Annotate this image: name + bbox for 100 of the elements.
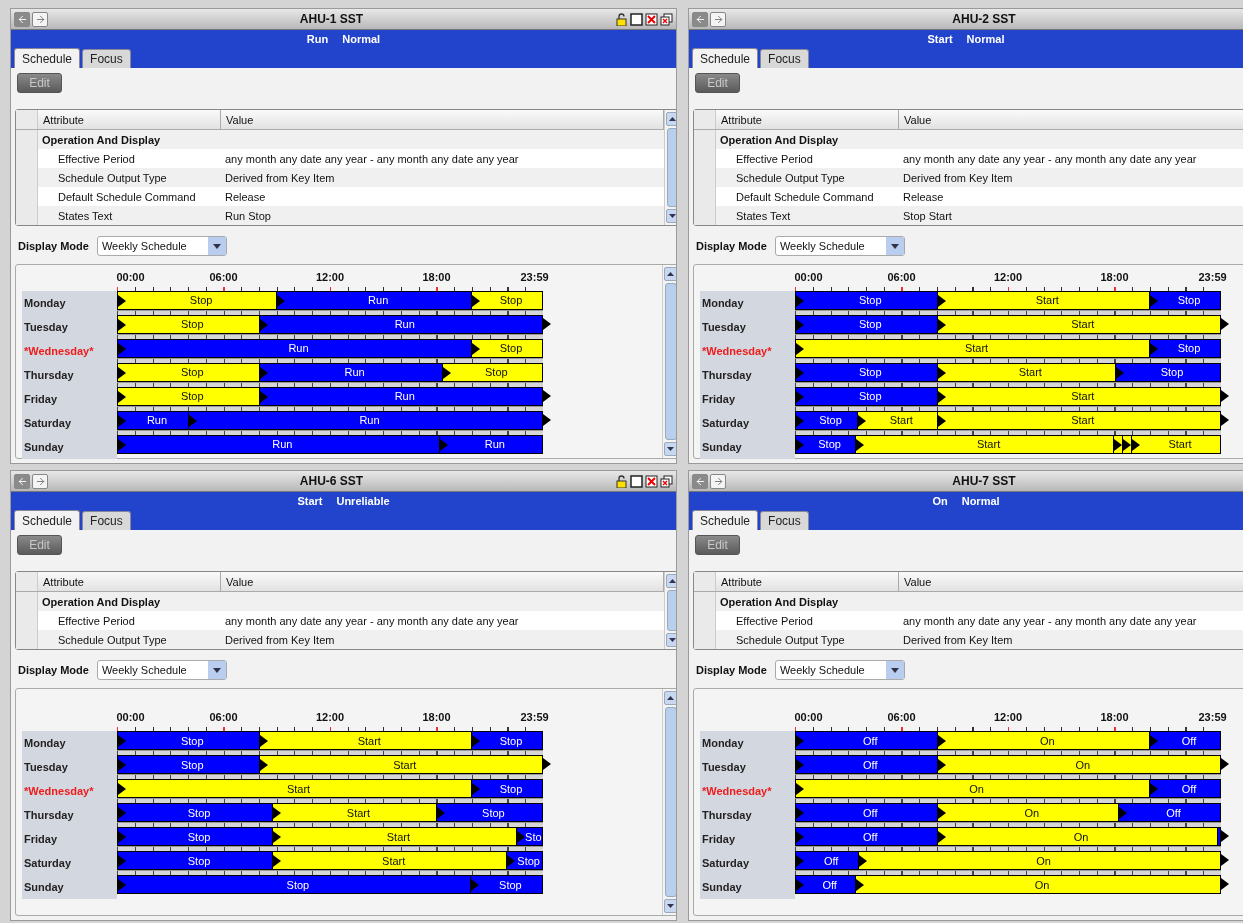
- scrollbar[interactable]: [662, 689, 676, 915]
- back-button[interactable]: [14, 473, 30, 489]
- scroll-up-button[interactable]: [663, 691, 676, 705]
- schedule-segment[interactable]: Stop: [795, 291, 937, 309]
- column-header[interactable]: Attribute: [38, 110, 221, 129]
- schedule-segment[interactable]: Stop: [435, 804, 542, 821]
- schedule-segment[interactable]: Start: [936, 387, 1220, 405]
- scroll-up-button[interactable]: [665, 112, 676, 126]
- schedule-segment[interactable]: Off: [795, 804, 937, 821]
- schedule-segment[interactable]: On: [795, 780, 1149, 797]
- schedule-segment[interactable]: Off: [795, 732, 937, 749]
- schedule-segment[interactable]: [1112, 435, 1122, 453]
- schedule-segment[interactable]: Stop: [795, 315, 937, 333]
- restore-icon[interactable]: [660, 12, 673, 26]
- schedule-segment[interactable]: Run: [258, 315, 542, 333]
- schedule-segment[interactable]: Stop: [117, 732, 259, 749]
- schedule-segment[interactable]: Stop: [471, 780, 542, 797]
- forward-button[interactable]: [710, 473, 726, 489]
- scrollbar[interactable]: [664, 572, 676, 649]
- schedule-segment[interactable]: Stop: [117, 876, 470, 893]
- schedule-segment[interactable]: Stop: [795, 411, 858, 429]
- schedule-segment[interactable]: Start: [272, 828, 516, 845]
- scroll-up-button[interactable]: [663, 267, 676, 281]
- schedule-segment[interactable]: Run: [117, 435, 439, 453]
- schedule-segment[interactable]: Stop: [469, 876, 542, 893]
- column-header[interactable]: Attribute: [716, 110, 899, 129]
- schedule-segment[interactable]: Sto: [515, 828, 542, 845]
- schedule-segment[interactable]: Run: [276, 291, 471, 309]
- display-mode-dropdown[interactable]: Weekly Schedule: [96, 236, 227, 256]
- scroll-down-button[interactable]: [663, 442, 676, 456]
- column-header[interactable]: Attribute: [38, 572, 221, 591]
- schedule-segment[interactable]: Start: [936, 363, 1115, 381]
- schedule-segment[interactable]: On: [855, 876, 1220, 893]
- schedule-segment[interactable]: Start: [936, 315, 1220, 333]
- back-button[interactable]: [692, 11, 708, 27]
- forward-button[interactable]: [32, 11, 48, 27]
- schedule-segment[interactable]: Start: [795, 339, 1149, 357]
- schedule-segment[interactable]: Off: [795, 828, 937, 845]
- schedule-segment[interactable]: Stop: [117, 852, 273, 869]
- schedule-segment[interactable]: On: [936, 732, 1149, 749]
- schedule-segment[interactable]: Stop: [1149, 339, 1220, 357]
- schedule-segment[interactable]: Stop: [471, 732, 542, 749]
- schedule-segment[interactable]: Off: [795, 852, 859, 869]
- schedule-segment[interactable]: Off: [1149, 732, 1220, 749]
- schedule-segment[interactable]: Off: [1118, 804, 1220, 821]
- display-mode-dropdown[interactable]: Weekly Schedule: [774, 236, 905, 256]
- close-icon[interactable]: [645, 12, 658, 26]
- tab[interactable]: Schedule: [14, 48, 81, 68]
- schedule-segment[interactable]: On: [858, 852, 1220, 869]
- column-header[interactable]: Attribute: [716, 572, 899, 591]
- back-button[interactable]: [14, 11, 30, 27]
- schedule-segment[interactable]: Start: [272, 852, 507, 869]
- schedule-segment[interactable]: Off: [1149, 780, 1220, 797]
- schedule-segment[interactable]: Start: [117, 780, 471, 797]
- schedule-segment[interactable]: Start: [1130, 435, 1220, 453]
- maximize-icon[interactable]: [630, 474, 643, 488]
- schedule-segment[interactable]: On: [936, 756, 1220, 773]
- schedule-segment[interactable]: Start: [258, 756, 542, 773]
- scroll-thumb[interactable]: [666, 590, 676, 631]
- schedule-segment[interactable]: Stop: [1115, 363, 1220, 381]
- schedule-segment[interactable]: On: [936, 828, 1217, 845]
- schedule-segment[interactable]: Stop: [471, 339, 542, 357]
- column-header[interactable]: Value: [899, 572, 1243, 591]
- lock-icon[interactable]: [615, 12, 628, 26]
- schedule-segment[interactable]: [1121, 435, 1131, 453]
- schedule-segment[interactable]: Stop: [117, 756, 259, 773]
- schedule-segment[interactable]: Off: [795, 756, 937, 773]
- scroll-thumb[interactable]: [666, 128, 676, 207]
- schedule-segment[interactable]: Start: [936, 291, 1149, 309]
- schedule-segment[interactable]: Start: [258, 732, 471, 749]
- tab[interactable]: Focus: [760, 511, 809, 530]
- lock-icon[interactable]: [615, 474, 628, 488]
- scroll-thumb[interactable]: [664, 707, 676, 897]
- close-icon[interactable]: [645, 474, 658, 488]
- schedule-segment[interactable]: Stop: [117, 315, 259, 333]
- display-mode-dropdown[interactable]: Weekly Schedule: [96, 660, 227, 680]
- schedule-segment[interactable]: Start: [855, 435, 1113, 453]
- maximize-icon[interactable]: [630, 12, 643, 26]
- schedule-segment[interactable]: Run: [117, 411, 188, 429]
- schedule-segment[interactable]: Stop: [506, 852, 542, 869]
- schedule-segment[interactable]: Stop: [117, 828, 273, 845]
- schedule-segment[interactable]: Off: [795, 876, 856, 893]
- schedule-segment[interactable]: Stop: [795, 363, 937, 381]
- schedule-segment[interactable]: Start: [936, 411, 1220, 429]
- schedule-segment[interactable]: Stop: [441, 363, 542, 381]
- schedule-segment[interactable]: Run: [258, 363, 442, 381]
- schedule-segment[interactable]: Run: [187, 411, 542, 429]
- schedule-segment[interactable]: Run: [258, 387, 542, 405]
- forward-button[interactable]: [32, 473, 48, 489]
- tab[interactable]: Schedule: [14, 510, 81, 530]
- scrollbar[interactable]: [662, 265, 676, 458]
- tab[interactable]: Schedule: [692, 510, 759, 530]
- schedule-segment[interactable]: Stop: [795, 435, 856, 453]
- schedule-segment[interactable]: On: [936, 804, 1118, 821]
- scroll-thumb[interactable]: [664, 283, 676, 440]
- schedule-segment[interactable]: Stop: [795, 387, 937, 405]
- tab[interactable]: Focus: [82, 511, 131, 530]
- tab[interactable]: Focus: [760, 49, 809, 68]
- forward-button[interactable]: [710, 11, 726, 27]
- back-button[interactable]: [692, 473, 708, 489]
